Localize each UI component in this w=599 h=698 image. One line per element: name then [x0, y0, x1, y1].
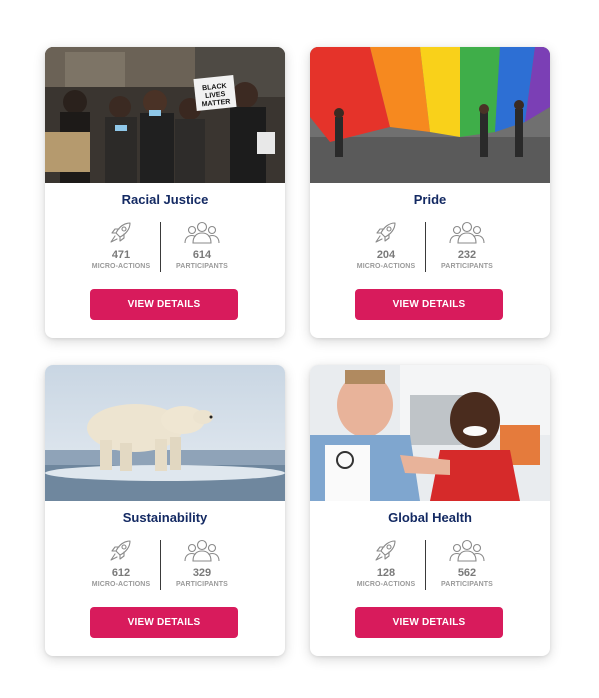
participants-label: PARTICIPANTS	[441, 263, 493, 270]
view-details-button[interactable]: VIEW DETAILS	[90, 289, 238, 320]
participants-stat: 232 PARTICIPANTS	[422, 220, 512, 271]
participants-icon	[157, 220, 247, 246]
card-stats: 128 MICRO-ACTIONS 562 PARTICIPANTS	[310, 538, 550, 596]
micro-actions-label: MICRO-ACTIONS	[356, 263, 416, 270]
participants-icon	[422, 538, 512, 564]
view-details-button[interactable]: VIEW DETAILS	[90, 607, 238, 638]
rocket-icon	[341, 538, 431, 564]
card-stats: 612 MICRO-ACTIONS 329 PARTICIPANTS	[45, 538, 285, 596]
cause-card-sustainability: Sustainability 612 MICRO-ACTIONS 329 PAR…	[45, 365, 285, 656]
participants-label: PARTICIPANTS	[176, 581, 228, 588]
participants-icon	[422, 220, 512, 246]
view-details-button[interactable]: VIEW DETAILS	[355, 289, 503, 320]
participants-count: 232	[457, 249, 477, 261]
participants-count: 614	[192, 249, 212, 261]
participants-stat: 614 PARTICIPANTS	[157, 220, 247, 271]
participants-count: 562	[457, 567, 477, 579]
micro-actions-count: 471	[111, 249, 131, 261]
micro-actions-stat: 128 MICRO-ACTIONS	[341, 538, 431, 589]
cause-card-racial-justice: BLACK LIVES MATTER Racial Justice 471 MI…	[45, 47, 285, 338]
cause-card-pride: Pride 204 MICRO-ACTIONS 232 PARTICIPANTS…	[310, 47, 550, 338]
rainbow-flag-photo	[310, 47, 550, 183]
card-title: Pride	[413, 192, 447, 207]
micro-actions-label: MICRO-ACTIONS	[91, 263, 151, 270]
micro-actions-stat: 471 MICRO-ACTIONS	[76, 220, 166, 271]
micro-actions-stat: 612 MICRO-ACTIONS	[76, 538, 166, 589]
rocket-icon	[341, 220, 431, 246]
doctor-child-photo	[310, 365, 550, 501]
card-title: Racial Justice	[121, 192, 209, 207]
rocket-icon	[76, 538, 166, 564]
micro-actions-count: 128	[376, 567, 396, 579]
rocket-icon	[76, 220, 166, 246]
micro-actions-stat: 204 MICRO-ACTIONS	[341, 220, 431, 271]
participants-icon	[157, 538, 247, 564]
protest-photo: BLACK LIVES MATTER	[45, 47, 285, 183]
participants-count: 329	[192, 567, 212, 579]
participants-label: PARTICIPANTS	[176, 263, 228, 270]
card-stats: 471 MICRO-ACTIONS 614 PARTICIPANTS	[45, 220, 285, 278]
card-title: Sustainability	[122, 510, 208, 525]
view-details-button[interactable]: VIEW DETAILS	[355, 607, 503, 638]
micro-actions-count: 612	[111, 567, 131, 579]
card-title: Global Health	[388, 510, 472, 525]
cause-card-global-health: Global Health 128 MICRO-ACTIONS 562 PART…	[310, 365, 550, 656]
micro-actions-count: 204	[376, 249, 396, 261]
micro-actions-label: MICRO-ACTIONS	[91, 581, 151, 588]
participants-label: PARTICIPANTS	[441, 581, 493, 588]
participants-stat: 329 PARTICIPANTS	[157, 538, 247, 589]
polar-bear-photo	[45, 365, 285, 501]
micro-actions-label: MICRO-ACTIONS	[356, 581, 416, 588]
participants-stat: 562 PARTICIPANTS	[422, 538, 512, 589]
card-stats: 204 MICRO-ACTIONS 232 PARTICIPANTS	[310, 220, 550, 278]
